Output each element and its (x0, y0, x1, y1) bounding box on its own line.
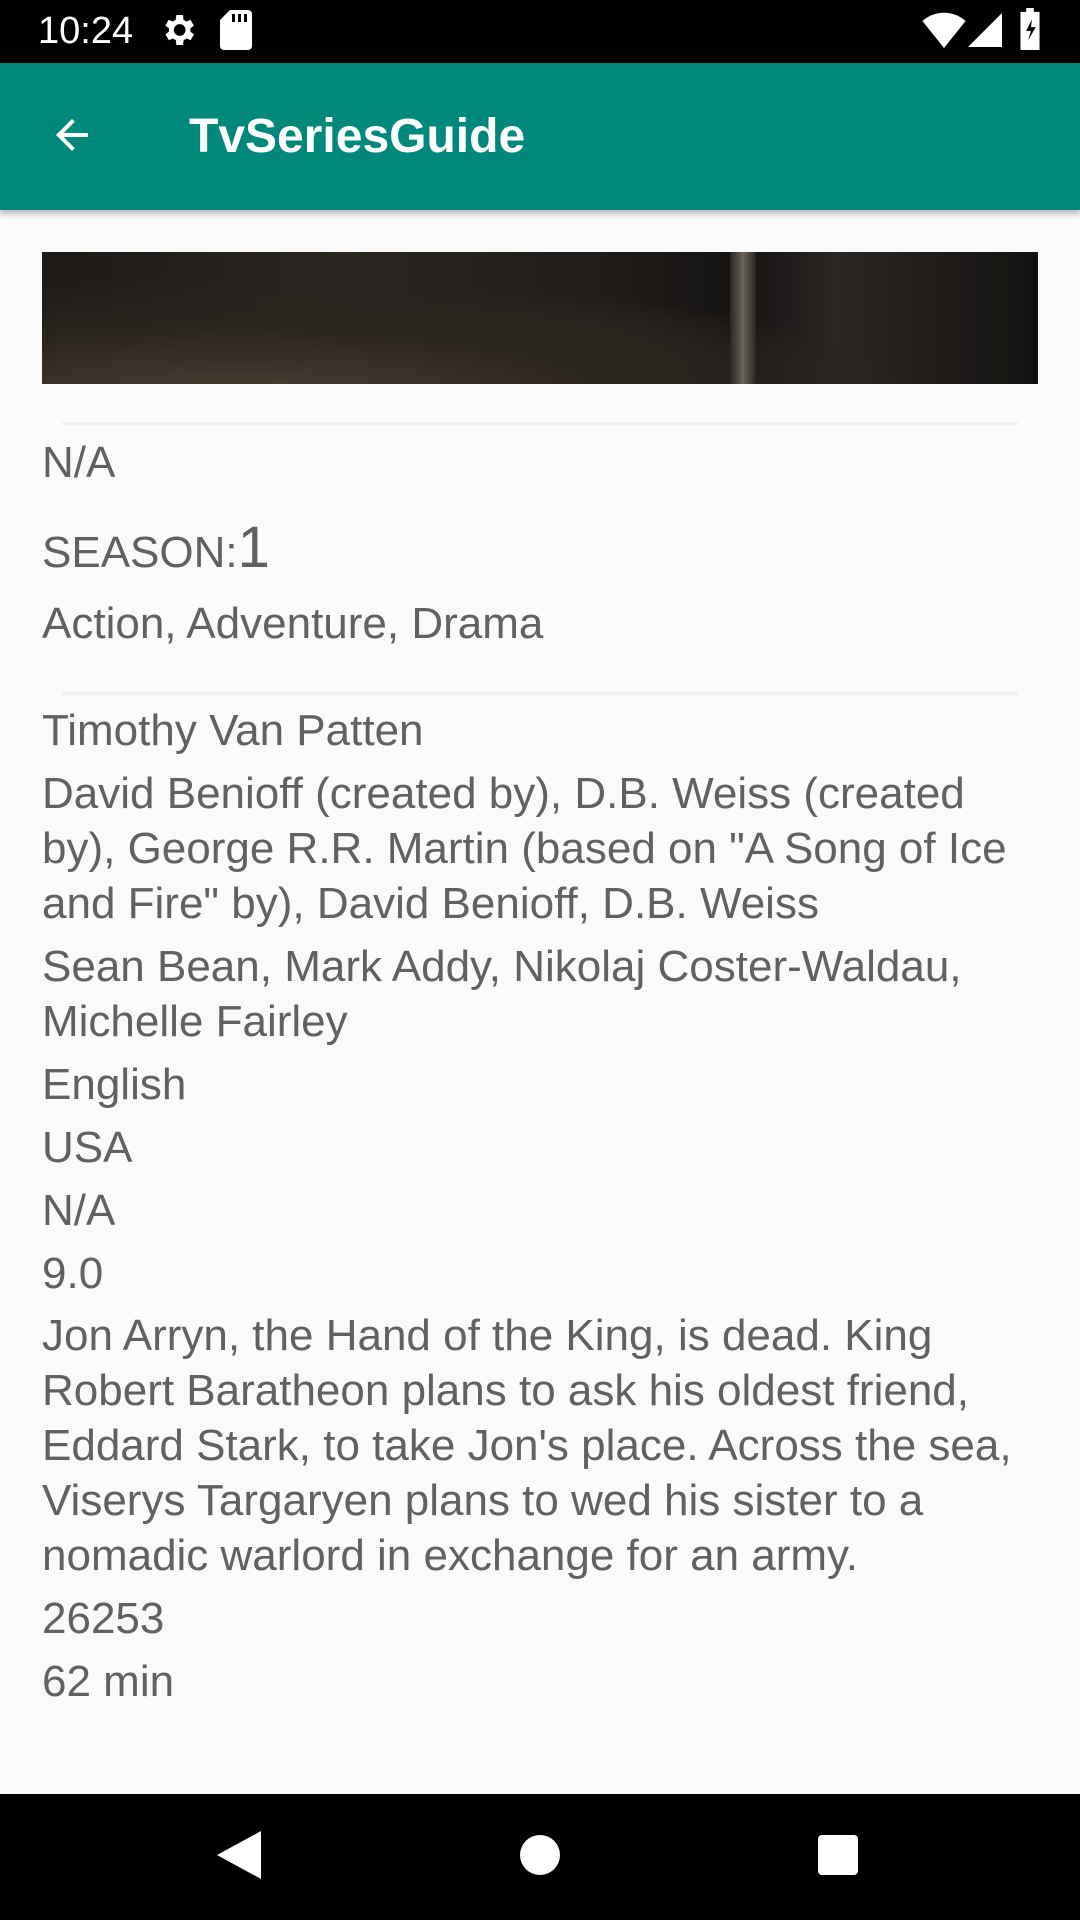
country-text: USA (42, 1123, 133, 1172)
back-button[interactable] (36, 101, 108, 173)
home-circle-icon (520, 1834, 560, 1880)
sd-card-icon (220, 10, 252, 55)
nav-home-button[interactable] (507, 1824, 573, 1890)
actors-text: Sean Bean, Mark Addy, Nikolaj Coster-Wal… (42, 942, 962, 1046)
plot-text: Jon Arryn, the Hand of the King, is dead… (42, 1311, 1012, 1580)
poster-highlight (730, 252, 756, 384)
wifi-icon (922, 12, 966, 53)
released-text: N/A (42, 438, 116, 487)
language-text: English (42, 1060, 187, 1109)
divider (62, 692, 1018, 695)
arrow-back-icon (48, 111, 96, 164)
status-time: 10:24 (38, 10, 134, 52)
awards-text: N/A (42, 1186, 116, 1235)
app-title: TvSeriesGuide (189, 110, 526, 163)
director-text: Timothy Van Patten (42, 706, 424, 755)
episode-poster-image (42, 252, 1038, 384)
season-label: SEASON: (42, 528, 238, 577)
season-number: 1 (237, 515, 270, 580)
votes-text: 26253 (42, 1594, 165, 1643)
rating-text: 9.0 (42, 1249, 104, 1298)
settings-icon (158, 10, 198, 55)
nav-back-button[interactable] (206, 1824, 272, 1890)
back-triangle-icon (217, 1830, 261, 1884)
signal-icon (968, 12, 1002, 53)
app-bar: TvSeriesGuide (0, 63, 1080, 210)
navigation-bar (0, 1794, 1080, 1920)
divider (62, 422, 1018, 425)
recents-square-icon (818, 1834, 858, 1880)
runtime-text: 62 min (42, 1657, 175, 1706)
status-bar: 10:24 (0, 0, 1080, 63)
season-row: SEASON:1 (42, 513, 1042, 588)
battery-icon (1018, 8, 1042, 55)
writers-text: David Benioff (created by), D.B. Weiss (… (42, 769, 1007, 928)
genre-text: Action, Adventure, Drama (42, 599, 544, 648)
nav-recents-button[interactable] (805, 1824, 871, 1890)
